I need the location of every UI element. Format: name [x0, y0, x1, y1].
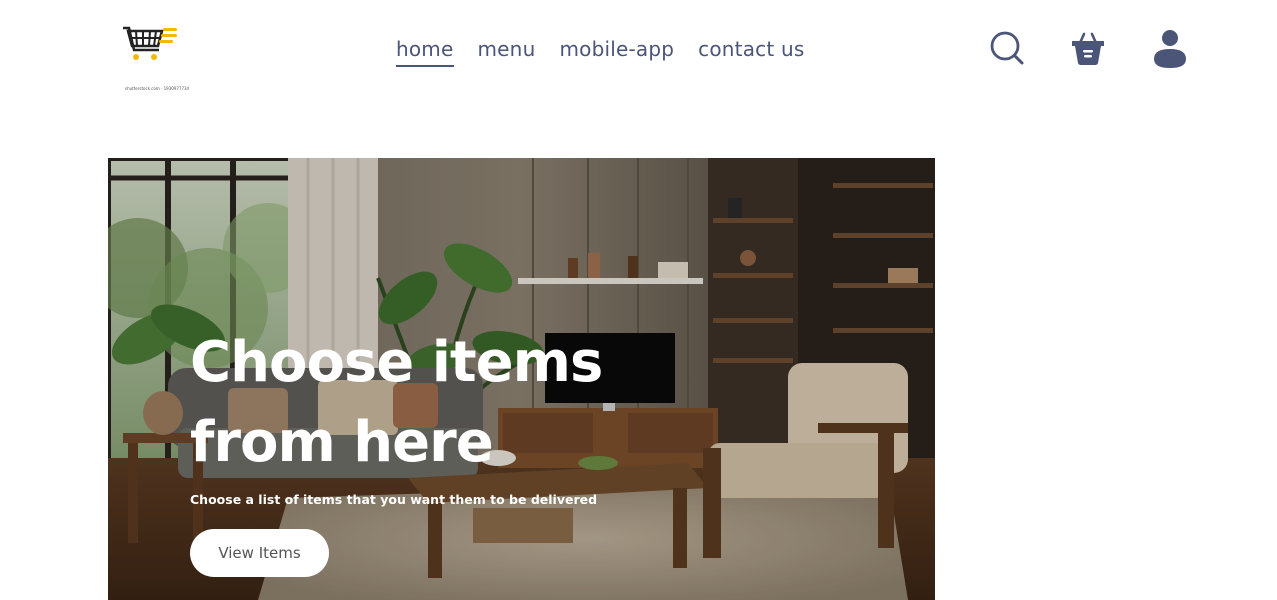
view-items-button[interactable]: View Items	[190, 529, 329, 577]
nav-item-mobile-app[interactable]: mobile-app	[559, 36, 674, 67]
hero-subtitle: Choose a list of items that you want the…	[190, 492, 598, 507]
search-icon	[990, 31, 1024, 65]
site-logo[interactable]: shutterstock.com · 1930977734	[121, 24, 189, 94]
shopping-cart-logo-icon	[123, 26, 177, 60]
main-nav: home menu mobile-app contact us	[396, 36, 804, 67]
cart-button[interactable]	[1068, 26, 1108, 70]
cart-basket-icon	[1072, 32, 1104, 65]
account-button[interactable]	[1150, 26, 1190, 70]
nav-item-contact-us[interactable]: contact us	[698, 36, 804, 67]
logo-caption: shutterstock.com · 1930977734	[125, 86, 190, 91]
nav-item-menu[interactable]: menu	[478, 36, 536, 67]
hero-title: Choose items from here	[190, 330, 603, 475]
hero-banner: Choose items from here Choose a list of …	[108, 158, 935, 600]
search-button[interactable]	[987, 26, 1027, 70]
nav-item-home[interactable]: home	[396, 36, 454, 67]
user-icon	[1154, 30, 1186, 68]
